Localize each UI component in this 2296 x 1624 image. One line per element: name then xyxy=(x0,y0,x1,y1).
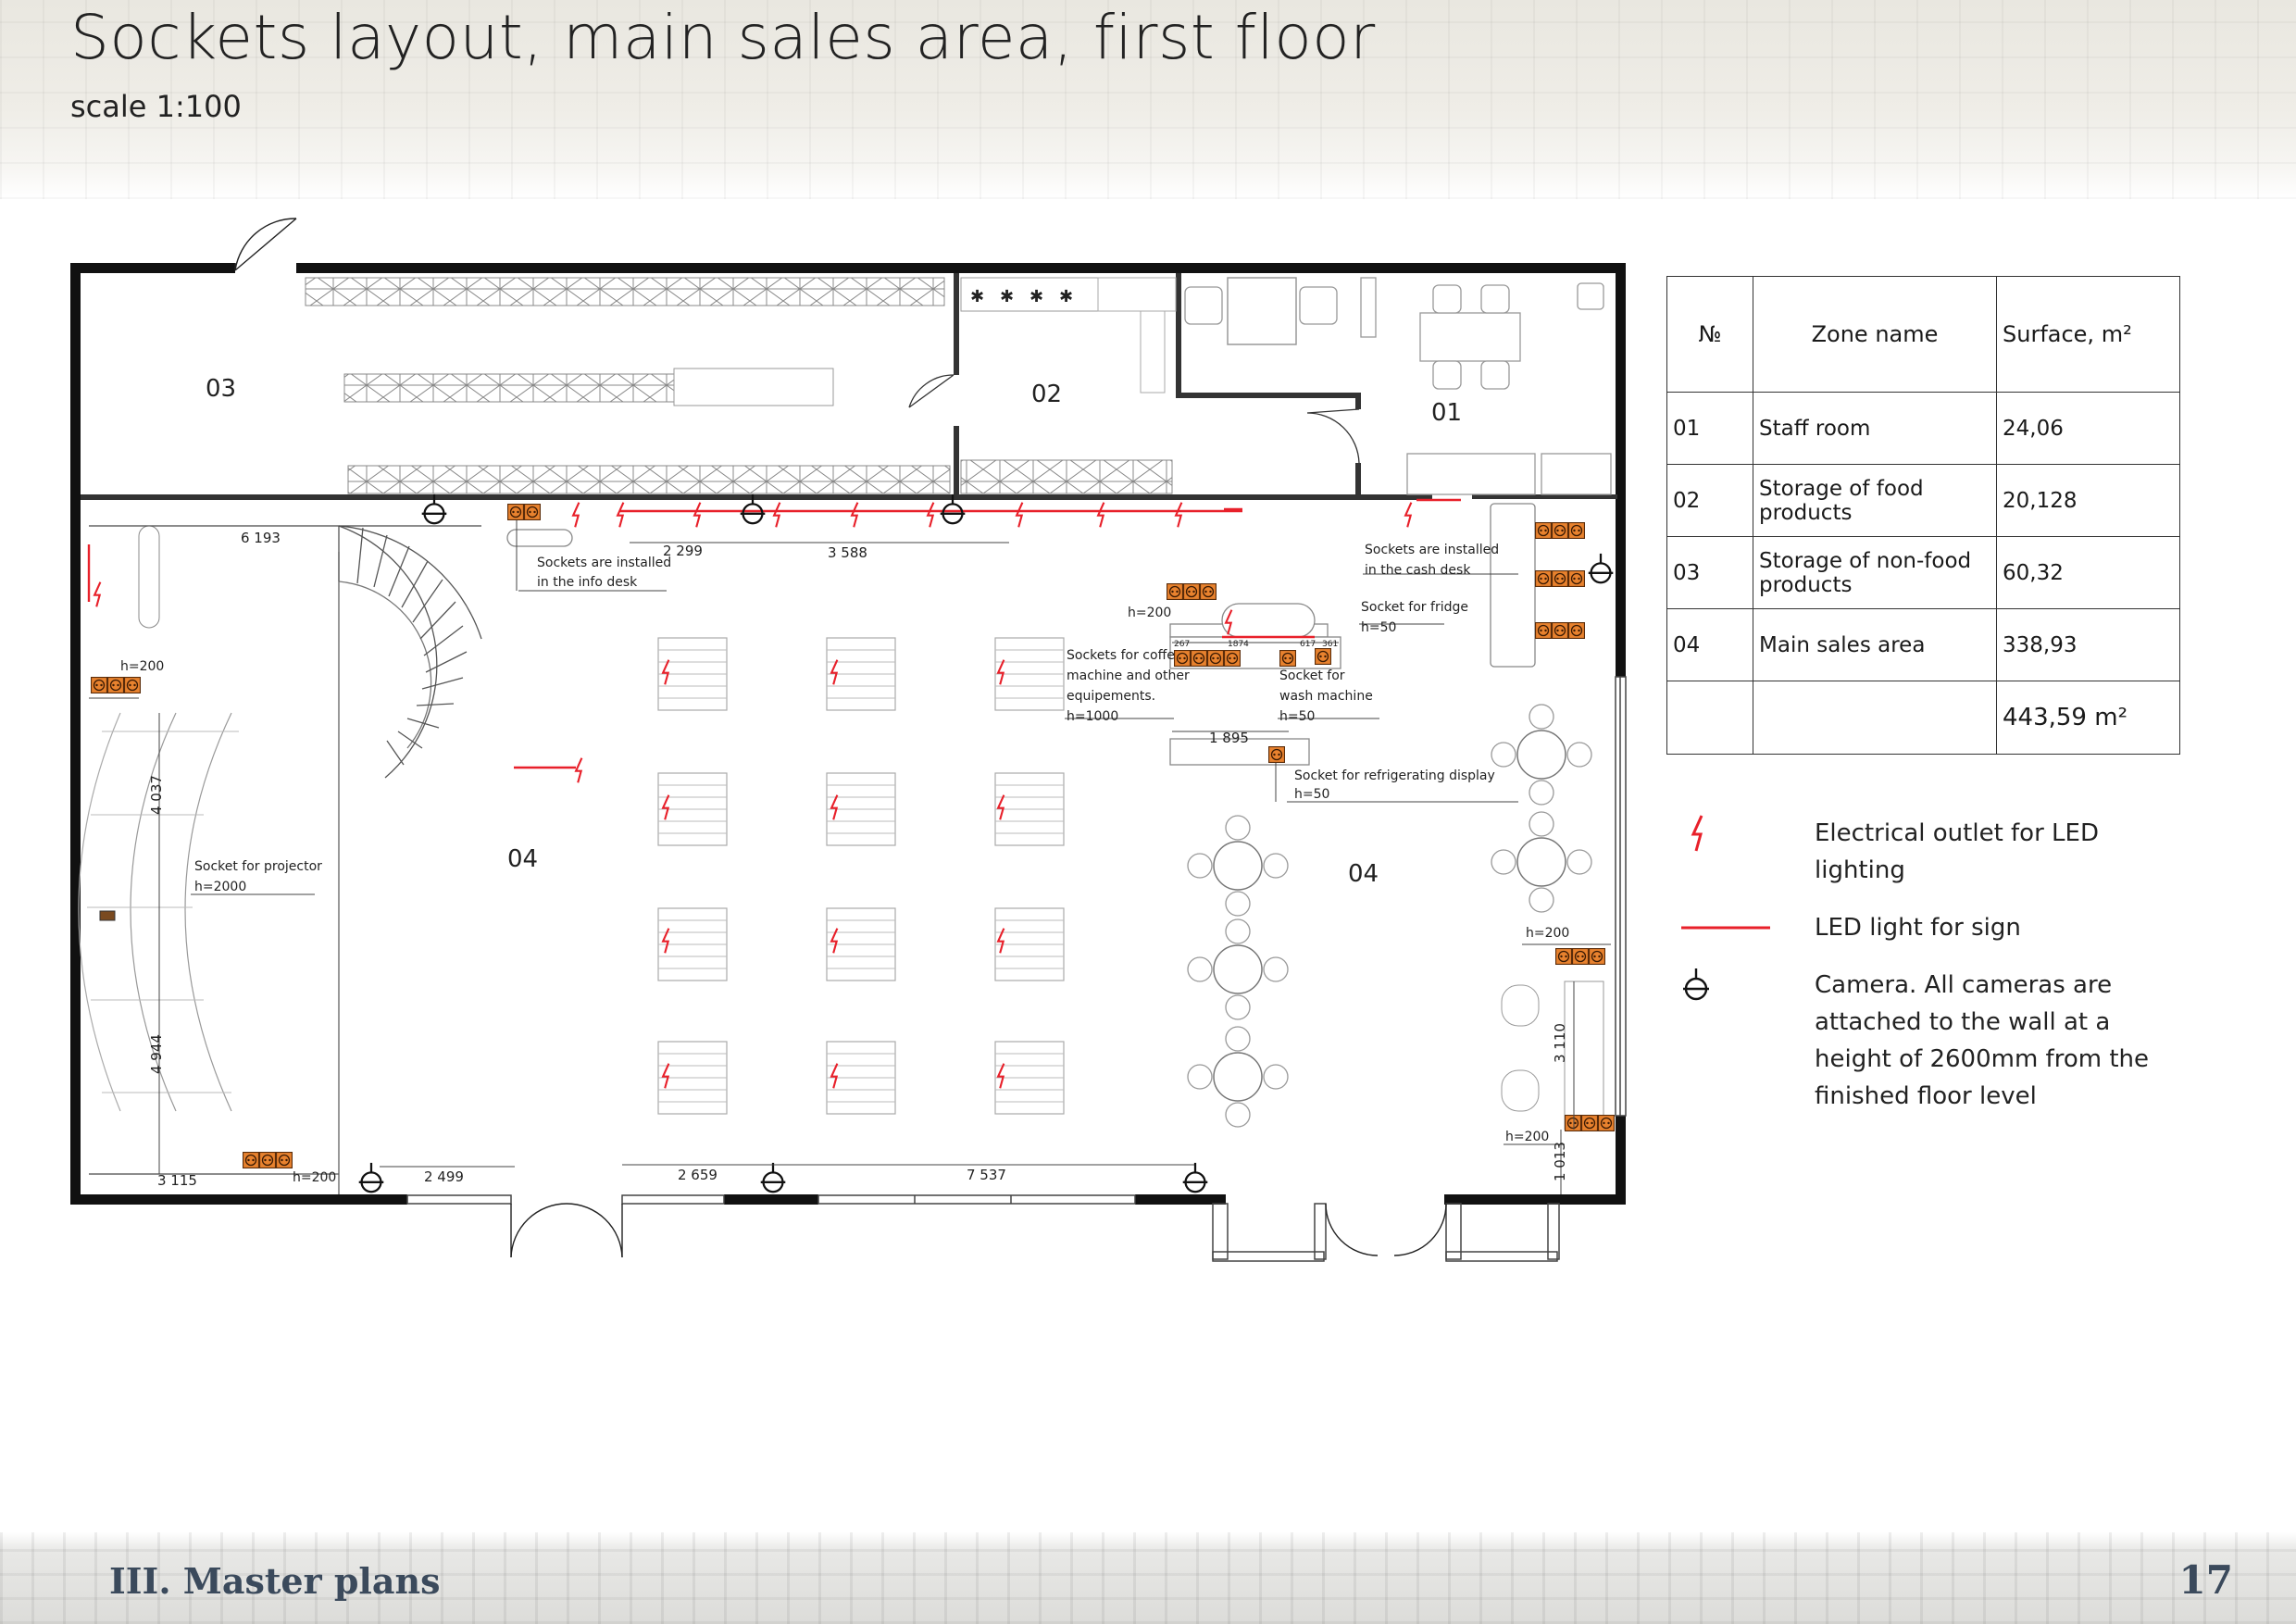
svg-text:h=200: h=200 xyxy=(293,1170,336,1185)
svg-text:h=50: h=50 xyxy=(1279,709,1315,724)
svg-text:2 499: 2 499 xyxy=(424,1168,464,1185)
svg-text:Socket for fridge: Socket for fridge xyxy=(1361,600,1468,615)
svg-text:h=200: h=200 xyxy=(120,659,164,674)
svg-text:Socket for projector: Socket for projector xyxy=(194,859,322,874)
footer-section-name: III. Master plans xyxy=(109,1560,441,1602)
svg-text:267: 267 xyxy=(1174,640,1190,649)
svg-text:1 013: 1 013 xyxy=(1552,1142,1568,1181)
svg-text:h=1000: h=1000 xyxy=(1067,709,1118,724)
svg-text:h=2000: h=2000 xyxy=(194,880,246,894)
footer-page-number: 17 xyxy=(2178,1557,2233,1603)
sales-shelves xyxy=(657,637,1065,1115)
spiral-staircase xyxy=(338,525,482,779)
svg-text:h=50: h=50 xyxy=(1294,787,1329,802)
table-row: 02 Storage of food products 20,128 xyxy=(1666,464,2180,537)
legend-item: Camera. All cameras are attached to the … xyxy=(1676,967,2194,1115)
zone-label-02: 02 xyxy=(1031,381,1062,408)
svg-text:2 659: 2 659 xyxy=(678,1167,718,1183)
svg-text:✱: ✱ xyxy=(1000,287,1014,306)
svg-text:Sockets are installed: Sockets are installed xyxy=(537,556,671,570)
zone-label-01: 01 xyxy=(1431,399,1462,427)
svg-text:3 110: 3 110 xyxy=(1552,1023,1568,1063)
zone-label-03: 03 xyxy=(206,375,236,403)
header-surface: Surface, m² xyxy=(1996,276,2180,393)
table-header-row: № Zone name Surface, m² xyxy=(1666,276,2180,393)
legend-item: Electrical outlet for LED lighting xyxy=(1676,815,2194,889)
led-outlet-icon xyxy=(1676,815,1815,852)
svg-text:3 588: 3 588 xyxy=(828,544,867,561)
staff-room-furniture xyxy=(1184,277,1612,495)
total-surface: 443,59 m² xyxy=(1996,681,2180,755)
svg-text:7 537: 7 537 xyxy=(967,1167,1006,1183)
svg-text:617: 617 xyxy=(1300,640,1316,649)
svg-text:✱: ✱ xyxy=(1059,287,1073,306)
svg-text:machine and other: machine and other xyxy=(1067,668,1190,683)
camera-icon xyxy=(1587,552,1615,584)
svg-text:Socket for: Socket for xyxy=(1279,668,1345,683)
svg-text:4 037: 4 037 xyxy=(148,775,165,815)
legend-item: LED light for sign xyxy=(1676,909,2194,946)
camera-icon xyxy=(357,1161,385,1193)
zone-label-04-left: 04 xyxy=(507,845,538,873)
svg-text:equipements.: equipements. xyxy=(1067,689,1155,704)
svg-text:wash machine: wash machine xyxy=(1279,689,1373,704)
svg-text:h=200: h=200 xyxy=(1505,1130,1549,1144)
led-sign-line-icon xyxy=(1676,909,1815,946)
svg-text:1874: 1874 xyxy=(1228,640,1249,649)
interior-doors xyxy=(908,374,1360,464)
table-row: 01 Staff room 24,06 xyxy=(1666,392,2180,465)
svg-text:in the info desk: in the info desk xyxy=(537,575,638,590)
svg-text:h=50: h=50 xyxy=(1361,620,1396,635)
header-num: № xyxy=(1666,276,1753,393)
camera-icon xyxy=(1181,1161,1209,1193)
svg-text:h=200: h=200 xyxy=(1526,926,1569,941)
svg-text:1 895: 1 895 xyxy=(1209,730,1249,746)
camera-icon xyxy=(759,1161,787,1193)
svg-text:✱: ✱ xyxy=(970,287,984,306)
svg-text:Sockets for coffe: Sockets for coffe xyxy=(1067,648,1175,663)
svg-text:361: 361 xyxy=(1322,640,1338,649)
svg-text:2 299: 2 299 xyxy=(663,543,703,559)
svg-text:Sockets are installed: Sockets are installed xyxy=(1365,543,1499,557)
svg-text:in the cash desk: in the cash desk xyxy=(1365,563,1471,578)
table-row: 04 Main sales area 338,93 xyxy=(1666,608,2180,681)
svg-text:Socket for refrigerating displ: Socket for refrigerating display xyxy=(1294,768,1495,783)
camera-icon xyxy=(1676,967,1815,1004)
table-row: 03 Storage of non-food products 60,32 xyxy=(1666,536,2180,609)
zones-table: № Zone name Surface, m² 01 Staff room 24… xyxy=(1666,276,2180,755)
table-total-row: 443,59 m² xyxy=(1666,681,2180,755)
svg-text:3 115: 3 115 xyxy=(157,1172,197,1189)
svg-text:6 193: 6 193 xyxy=(241,530,281,546)
svg-text:✱: ✱ xyxy=(1029,287,1043,306)
header-zone-name: Zone name xyxy=(1753,276,1997,393)
floor-plan: ✱ ✱ ✱ ✱ 03 02 01 04 04 Sockets are insta… xyxy=(70,218,1627,1262)
cameras xyxy=(357,493,1615,1193)
zone-label-04-right: 04 xyxy=(1348,860,1379,888)
svg-text:h=200: h=200 xyxy=(1128,606,1171,620)
legend: Electrical outlet for LED lighting LED l… xyxy=(1676,815,2194,1135)
svg-text:4 944: 4 944 xyxy=(148,1034,165,1074)
